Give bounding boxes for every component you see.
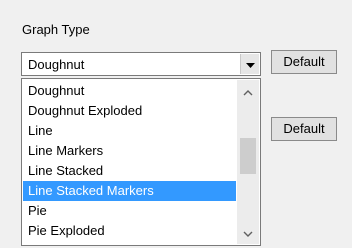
list-item-line[interactable]: Line <box>23 121 236 141</box>
graph-type-dropdown-list[interactable]: Doughnut Doughnut Exploded Line Line Mar… <box>21 78 261 246</box>
list-item-pie-exploded[interactable]: Pie Exploded <box>23 221 236 241</box>
list-item-line-markers[interactable]: Line Markers <box>23 141 236 161</box>
scrollbar-thumb[interactable] <box>240 138 256 174</box>
list-item-pie[interactable]: Pie <box>23 201 236 221</box>
chevron-down-icon <box>245 57 255 72</box>
list-item-doughnut[interactable]: Doughnut <box>23 81 236 101</box>
scroll-down-button[interactable] <box>237 224 259 242</box>
list-item-line-stacked-markers[interactable]: Line Stacked Markers <box>23 181 236 201</box>
list-item-line-stacked[interactable]: Line Stacked <box>23 161 236 181</box>
default-button-2[interactable]: Default <box>271 117 337 141</box>
chevron-down-icon <box>243 226 253 241</box>
list-item-doughnut-exploded[interactable]: Doughnut Exploded <box>23 101 236 121</box>
graph-type-label: Graph Type <box>22 22 90 37</box>
combobox-dropdown-button[interactable] <box>240 54 259 74</box>
combobox-selected-value: Doughnut <box>28 57 85 72</box>
default-button-1[interactable]: Default <box>271 50 337 74</box>
scroll-up-button[interactable] <box>237 82 259 100</box>
dropdown-scrollbar[interactable] <box>237 80 259 244</box>
chevron-up-icon <box>243 84 253 99</box>
graph-type-combobox[interactable]: Doughnut <box>21 52 261 76</box>
